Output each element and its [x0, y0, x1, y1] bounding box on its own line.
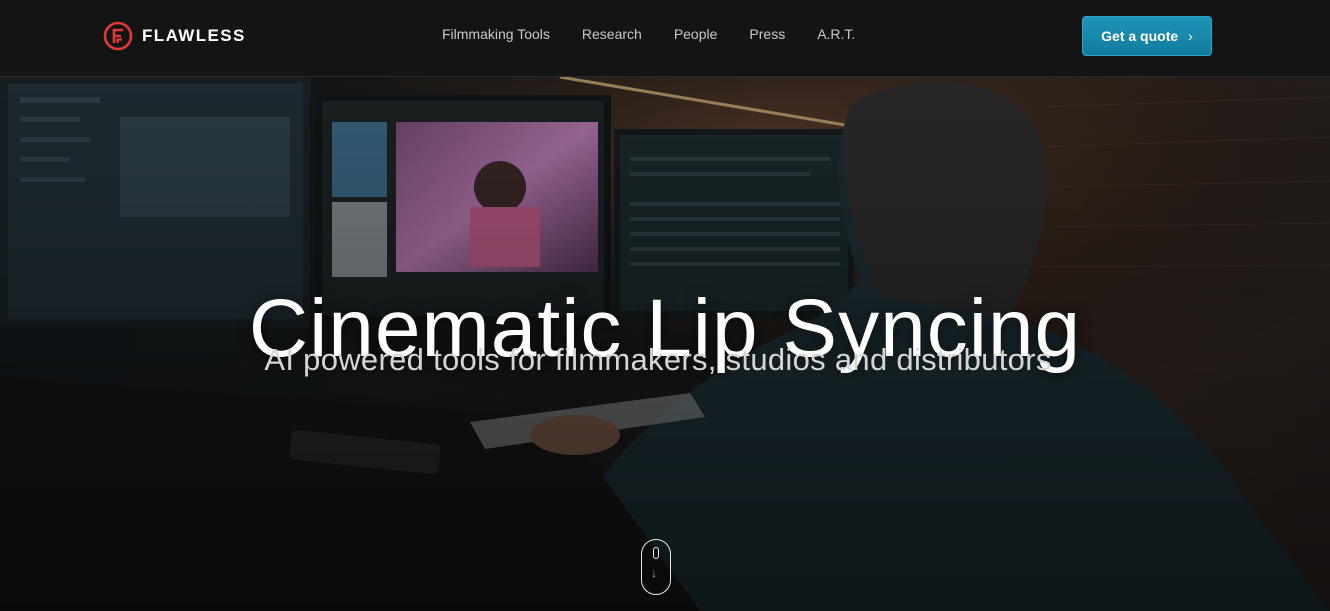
flawless-logo-icon	[103, 21, 133, 51]
hero-section: Cinematic Lip Syncing AI powered tools f…	[0, 77, 1330, 611]
nav-link-filmmaking-tools[interactable]: Filmmaking Tools	[442, 26, 550, 42]
nav-link-press[interactable]: Press	[749, 26, 785, 42]
hero-subtitle: AI powered tools for filmmakers, studios…	[264, 342, 1052, 377]
arrow-down-icon: ↓	[651, 566, 657, 580]
chevron-right-icon: ›	[1188, 28, 1193, 44]
nav-link-art[interactable]: A.R.T.	[817, 26, 855, 42]
mouse-scroll-icon[interactable]: ↓	[641, 539, 671, 595]
nav-link-research[interactable]: Research	[582, 26, 642, 42]
get-a-quote-button[interactable]: Get a quote ›	[1082, 16, 1212, 56]
nav-link-people[interactable]: People	[674, 26, 718, 42]
get-a-quote-label: Get a quote	[1101, 28, 1179, 44]
main-nav: Filmmaking Tools Research People Press A…	[442, 26, 855, 42]
top-navigation-bar: FLAWLESS Filmmaking Tools Research Peopl…	[0, 0, 1330, 77]
brand-logo[interactable]: FLAWLESS	[103, 21, 246, 51]
mouse-wheel-icon	[653, 547, 659, 559]
brand-name: FLAWLESS	[142, 26, 246, 45]
